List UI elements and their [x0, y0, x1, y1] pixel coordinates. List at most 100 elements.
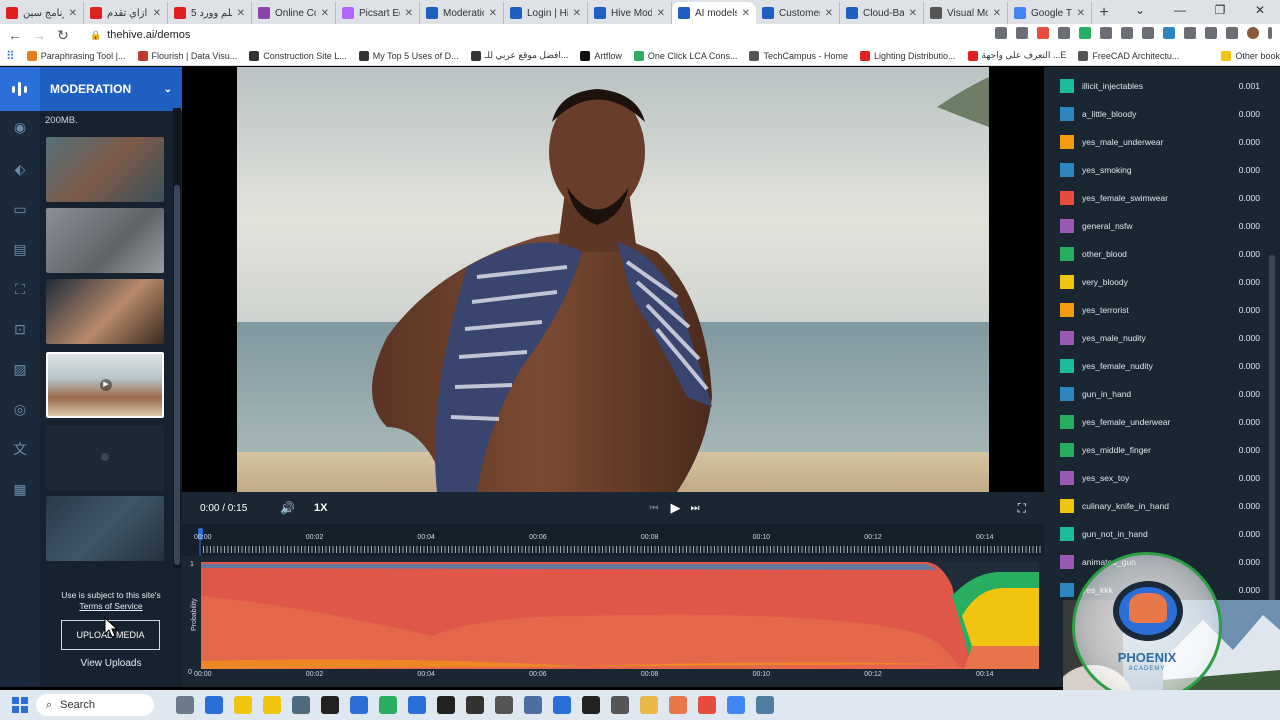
browser-tab[interactable]: Login | Hive ✕ [504, 2, 588, 24]
browser-tab[interactable]: Picsart Edit ✕ [336, 2, 420, 24]
audio-icon[interactable]: ◎ [10, 399, 30, 419]
terms-link[interactable]: Terms of Service [79, 601, 142, 611]
taskbar-app-icon[interactable] [640, 696, 658, 714]
taskbar-app-icon[interactable] [698, 696, 716, 714]
share-icon[interactable] [995, 27, 1007, 39]
taskbar-app-icon[interactable] [466, 696, 484, 714]
windows-start-icon[interactable] [12, 697, 28, 713]
taskbar-app-icon[interactable] [263, 696, 281, 714]
image-icon[interactable]: ▨ [10, 359, 30, 379]
taskbar-app-icon[interactable] [495, 696, 513, 714]
bookmark-item[interactable]: FreeCAD Architectu... [1078, 50, 1179, 61]
browser-tab[interactable]: AI models ✕ [672, 2, 756, 24]
result-row[interactable]: gun_not_in_hand 0.000 [1060, 520, 1260, 548]
result-row[interactable]: yes_female_underwear 0.000 [1060, 408, 1260, 436]
extension-icon[interactable] [1121, 27, 1133, 39]
taskbar-app-icon[interactable] [234, 696, 252, 714]
browser-tab[interactable]: Google Tra ✕ [1008, 2, 1092, 24]
eye-icon[interactable]: ◉ [10, 117, 30, 137]
browser-tab[interactable]: Online Cou ✕ [252, 2, 336, 24]
extension-icon[interactable] [1184, 27, 1196, 39]
scan-icon[interactable]: ⛶ [10, 279, 30, 299]
bookmark-item[interactable]: Paraphrasing Tool |... [26, 50, 126, 61]
menu-icon[interactable] [1268, 27, 1272, 39]
result-row[interactable]: general_nsfw 0.000 [1060, 212, 1260, 240]
video-frame[interactable] [237, 67, 989, 492]
bookmark-item[interactable]: التعرف على واجهة ...E [967, 50, 1066, 61]
speed-button[interactable]: 1X [314, 502, 327, 514]
close-tab-icon[interactable]: ✕ [825, 8, 833, 19]
close-tab-icon[interactable]: ✕ [237, 8, 245, 19]
bookmark-item[interactable]: One Click LCA Cons... [633, 50, 737, 61]
close-tab-icon[interactable]: ✕ [489, 8, 497, 19]
result-row[interactable]: yes_male_underwear 0.000 [1060, 128, 1260, 156]
bookmark-item[interactable]: افضل موقع عربي للـ... [470, 50, 568, 61]
result-row[interactable]: yes_female_swimwear 0.000 [1060, 184, 1260, 212]
taskbar-app-icon[interactable] [553, 696, 571, 714]
sample-thumbnail[interactable] [46, 208, 164, 273]
taskbar-app-icon[interactable] [611, 696, 629, 714]
taskbar-app-icon[interactable] [437, 696, 455, 714]
document-icon[interactable]: ▤ [10, 239, 30, 259]
skip-back-icon[interactable]: ⏮ [649, 503, 658, 514]
result-row[interactable]: yes_terrorist 0.000 [1060, 296, 1260, 324]
bookmark-item[interactable]: Other bookmarks [1221, 50, 1280, 61]
result-row[interactable]: yes_sex_toy 0.000 [1060, 464, 1260, 492]
probability-chart[interactable]: 1 0 Probability 00:00 00:02 00:04 00:06 00:0… [182, 556, 1044, 687]
bookmark-item[interactable]: My Top 5 Uses of D... [358, 50, 459, 61]
bookmark-item[interactable]: TechCampus - Home [749, 50, 848, 61]
report-icon[interactable]: ▦ [10, 479, 30, 499]
url-field[interactable]: 🔒 thehive.ai/demos [90, 29, 190, 41]
extension-icon[interactable] [1079, 27, 1091, 39]
extension-icon[interactable] [1226, 27, 1238, 39]
close-tab-icon[interactable]: ✕ [573, 8, 581, 19]
new-tab-button[interactable]: + [1092, 2, 1116, 24]
translate-icon[interactable]: 文 [10, 439, 30, 459]
play-icon[interactable]: ▶ [670, 500, 680, 516]
extension-icon[interactable] [1142, 27, 1154, 39]
skip-forward-icon[interactable]: ⏭ [690, 503, 699, 514]
sample-thumbnail[interactable] [46, 137, 164, 202]
taskbar-app-icon[interactable] [205, 696, 223, 714]
extension-icon[interactable] [1100, 27, 1112, 39]
bookmark-item[interactable]: Flourish | Data Visu... [137, 50, 237, 61]
result-row[interactable]: gun_in_hand 0.000 [1060, 380, 1260, 408]
reload-icon[interactable]: ↻ [56, 27, 70, 44]
browser-tab[interactable]: برنامج سين ✕ [0, 2, 84, 24]
sample-thumbnail[interactable] [46, 496, 164, 561]
browser-tab[interactable]: Customer ✕ [756, 2, 840, 24]
close-tab-icon[interactable]: ✕ [321, 8, 329, 19]
tag-icon[interactable]: ⬖ [10, 159, 30, 179]
forward-icon[interactable]: → [32, 27, 46, 43]
back-icon[interactable]: ← [8, 27, 22, 43]
close-tab-icon[interactable]: ✕ [909, 8, 917, 19]
face-scan-icon[interactable]: ⊡ [10, 319, 30, 339]
puzzle-icon[interactable] [1205, 27, 1217, 39]
close-tab-icon[interactable]: ✕ [657, 8, 665, 19]
browser-tab[interactable]: Moderation ✕ [420, 2, 504, 24]
star-icon[interactable] [1016, 27, 1028, 39]
close-icon[interactable]: ✕ [1240, 0, 1280, 24]
result-row[interactable]: other_blood 0.000 [1060, 240, 1260, 268]
extension-icon[interactable] [1037, 27, 1049, 39]
close-tab-icon[interactable]: ✕ [405, 8, 413, 19]
taskbar-app-icon[interactable] [408, 696, 426, 714]
close-tab-icon[interactable]: ✕ [742, 8, 750, 19]
close-tab-icon[interactable]: ✕ [69, 8, 77, 19]
minimize-icon[interactable]: — [1160, 0, 1200, 24]
browser-tab[interactable]: تعلم وورد 5 ✕ [168, 2, 252, 24]
extension-icon[interactable] [1058, 27, 1070, 39]
avatar[interactable] [1247, 27, 1259, 39]
sidebar-header[interactable]: MODERATION ⌄ [40, 67, 182, 111]
taskbar-app-icon[interactable] [350, 696, 368, 714]
taskbar-search[interactable]: ⌕ Search [36, 694, 154, 716]
result-row[interactable]: yes_middle_finger 0.000 [1060, 436, 1260, 464]
bookmark-item[interactable]: Construction Site L... [249, 50, 347, 61]
taskbar-app-icon[interactable] [727, 696, 745, 714]
taskbar-app-icon[interactable] [176, 696, 194, 714]
result-row[interactable]: culinary_knife_in_hand 0.000 [1060, 492, 1260, 520]
bookmark-item[interactable]: Artflow [580, 50, 622, 61]
sample-thumbnail[interactable] [46, 425, 164, 490]
result-row[interactable]: very_bloody 0.000 [1060, 268, 1260, 296]
apps-icon[interactable]: ⠿ [6, 49, 15, 63]
